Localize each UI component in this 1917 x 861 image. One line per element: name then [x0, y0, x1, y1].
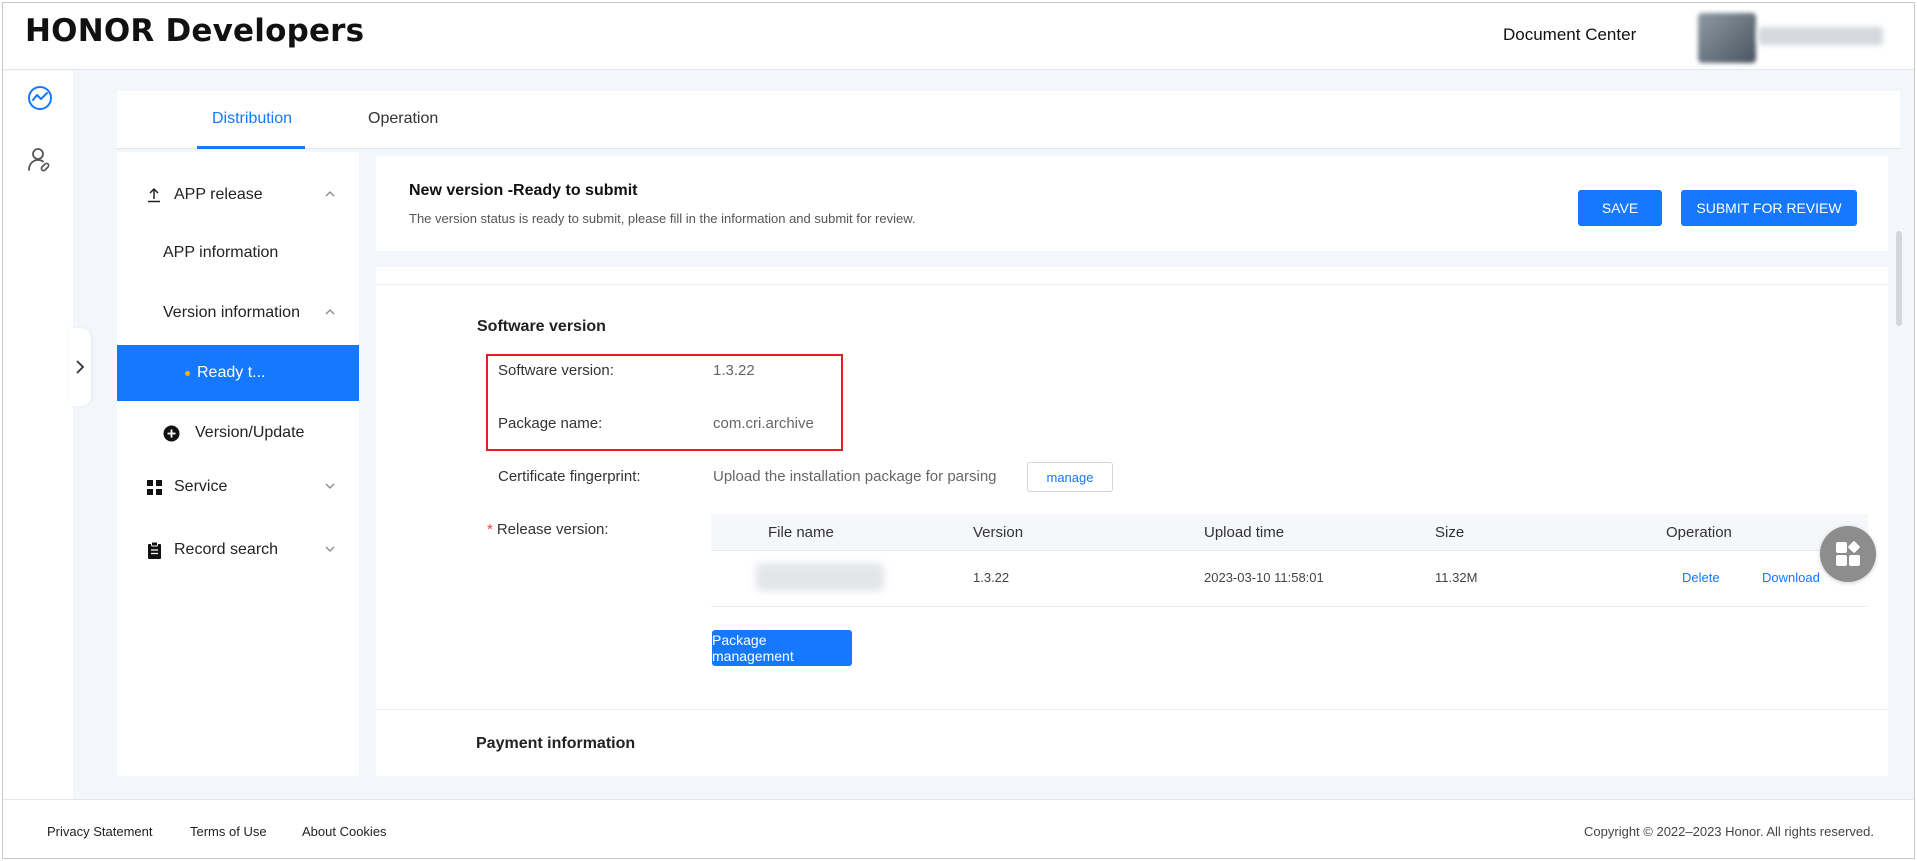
column-header: File name — [768, 524, 834, 541]
table-row: 1.3.22 2023-03-10 11:58:01 11.32M Delete… — [711, 551, 1868, 607]
site-logo[interactable]: HONOR Developers — [25, 13, 364, 49]
menu-item-record-search[interactable]: Record search — [117, 527, 359, 573]
chevron-up-icon — [325, 191, 335, 197]
certificate-fingerprint-label: Certificate fingerprint: — [498, 468, 641, 485]
plus-circle-icon — [162, 424, 180, 442]
menu-item-label: APP release — [174, 186, 263, 203]
chevron-right-icon — [76, 360, 85, 374]
menu-item-app-release[interactable]: APP release — [117, 172, 359, 218]
left-rail — [3, 71, 73, 799]
analytics-icon[interactable] — [25, 83, 55, 113]
app-window: HONOR Developers Document Center Distrib… — [2, 2, 1915, 859]
software-version-heading: Software version — [477, 318, 606, 335]
column-header: Size — [1435, 524, 1465, 541]
menu-item-label: Ready t... — [197, 364, 266, 381]
menu-item-version-update[interactable]: Version/Update — [117, 410, 359, 456]
package-name-value: com.cri.archive — [713, 415, 814, 432]
column-header: Upload time — [1204, 524, 1285, 541]
manage-button[interactable]: manage — [1027, 462, 1113, 492]
footer: Privacy Statement Terms of Use About Coo… — [3, 799, 1914, 858]
menu-item-ready-to-submit[interactable]: Ready t... — [117, 345, 359, 401]
divider — [376, 284, 1888, 285]
grid-icon — [145, 478, 163, 496]
status-dot — [185, 371, 190, 376]
sidebar-expand-toggle[interactable] — [69, 328, 91, 406]
active-tab-indicator — [197, 146, 305, 149]
payment-information-heading: Payment information — [476, 735, 636, 752]
menu-item-app-information[interactable]: APP information — [117, 230, 359, 276]
release-version-label: Release version: — [496, 521, 609, 538]
top-tab-bar: Distribution Operation — [117, 91, 1900, 149]
about-cookies-link[interactable]: About Cookies — [302, 824, 387, 839]
table-header: File name Version Upload time Size Opera… — [711, 514, 1868, 551]
column-header: Version — [973, 524, 1024, 541]
menu-item-label: Version/Update — [195, 424, 305, 441]
software-version-label: Software version: — [498, 362, 614, 379]
floating-action-button[interactable] — [1820, 526, 1876, 582]
menu-item-label: APP information — [163, 244, 279, 261]
privacy-statement-link[interactable]: Privacy Statement — [47, 824, 153, 839]
certificate-fingerprint-value: Upload the installation package for pars… — [713, 468, 997, 485]
apps-icon — [1836, 541, 1860, 566]
user-avatar[interactable] — [1698, 13, 1756, 63]
menu-item-service[interactable]: Service — [117, 464, 359, 510]
copyright-text: Copyright © 2022–2023 Honor. All rights … — [1584, 824, 1874, 839]
vertical-scrollbar[interactable] — [1896, 231, 1902, 326]
status-description: The version status is ready to submit, p… — [409, 211, 916, 226]
tab-operation[interactable]: Operation — [368, 110, 438, 128]
chevron-up-icon — [325, 309, 335, 315]
software-version-value: 1.3.22 — [713, 362, 755, 379]
menu-item-label: Version information — [163, 304, 300, 321]
release-version-label-row: * Release version: — [487, 521, 609, 538]
menu-item-label: Record search — [174, 541, 279, 558]
document-center-link[interactable]: Document Center — [1503, 25, 1636, 45]
section-divider — [376, 709, 1888, 710]
tab-distribution[interactable]: Distribution — [212, 110, 292, 128]
package-name-label: Package name: — [498, 415, 603, 432]
clipboard-icon — [145, 541, 163, 559]
required-mark: * — [487, 521, 493, 538]
main-content: New version -Ready to submit The version… — [376, 153, 1890, 776]
top-header: HONOR Developers Document Center — [3, 3, 1914, 70]
row-version: 1.3.22 — [973, 570, 1010, 585]
chevron-down-icon — [325, 483, 335, 489]
save-button[interactable]: SAVE — [1578, 190, 1662, 226]
user-link-icon[interactable] — [25, 145, 55, 175]
chevron-down-icon — [325, 546, 335, 552]
package-management-button[interactable]: Package management — [712, 630, 852, 666]
column-header: Operation — [1666, 524, 1732, 541]
download-link[interactable]: Download — [1762, 570, 1820, 585]
user-name-blurred — [1758, 27, 1883, 45]
row-size: 11.32M — [1435, 570, 1478, 585]
form-card: Software version Software version: 1.3.2… — [376, 267, 1888, 776]
side-menu: APP release APP information Version info… — [117, 152, 359, 776]
menu-item-label: Service — [174, 478, 228, 495]
menu-item-version-information[interactable]: Version information — [117, 290, 359, 336]
status-card: New version -Ready to submit The version… — [376, 156, 1888, 251]
row-upload-time: 2023-03-10 11:58:01 — [1204, 570, 1324, 585]
submit-for-review-button[interactable]: SUBMIT FOR REVIEW — [1681, 190, 1857, 226]
upload-icon — [145, 186, 163, 204]
status-title: New version -Ready to submit — [409, 182, 638, 199]
terms-of-use-link[interactable]: Terms of Use — [190, 824, 267, 839]
delete-link[interactable]: Delete — [1682, 570, 1720, 585]
file-name-blurred — [756, 563, 884, 591]
